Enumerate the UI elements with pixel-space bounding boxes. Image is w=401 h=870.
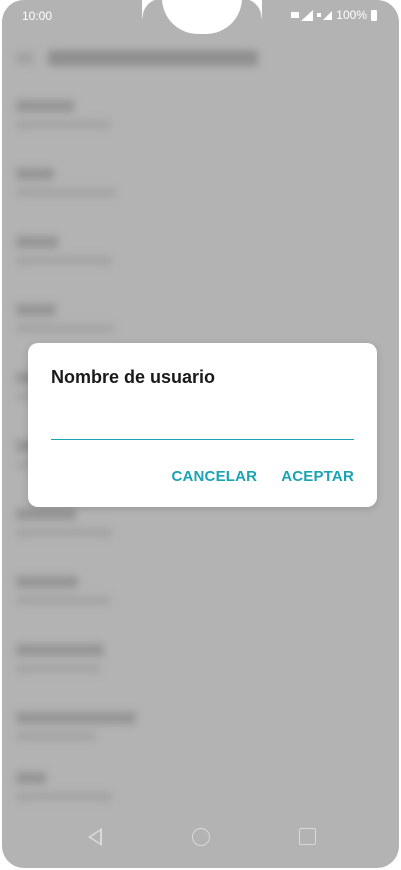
- status-icons: 100%: [291, 8, 377, 22]
- battery-percent: 100%: [336, 8, 367, 22]
- dialog-actions: CANCELAR ACEPTAR: [171, 468, 354, 485]
- phone-frame: 10:00 100% Nombre de usuario CANCELAR AC…: [0, 0, 401, 870]
- battery-icon: [371, 9, 377, 21]
- username-input[interactable]: [51, 405, 354, 440]
- accept-button[interactable]: ACEPTAR: [281, 468, 354, 485]
- back-icon-inner: [91, 831, 100, 843]
- recents-icon[interactable]: [299, 828, 316, 845]
- dialog-title: Nombre de usuario: [51, 367, 216, 387]
- home-icon[interactable]: [192, 828, 210, 846]
- cancel-button[interactable]: CANCELAR: [171, 468, 257, 485]
- background-header: [16, 48, 258, 70]
- data-icon: [317, 13, 322, 17]
- navigation-bar: [2, 812, 399, 868]
- signal-secondary-icon: [323, 10, 333, 20]
- screen: 10:00 100% Nombre de usuario CANCELAR AC…: [2, 0, 399, 868]
- background-back-icon: [16, 52, 34, 64]
- signal-icon: [301, 9, 314, 21]
- status-time: 10:00: [22, 9, 53, 23]
- sim-icon: [291, 12, 300, 18]
- username-dialog: Nombre de usuario CANCELAR ACEPTAR: [28, 343, 377, 507]
- background-title: [48, 50, 258, 66]
